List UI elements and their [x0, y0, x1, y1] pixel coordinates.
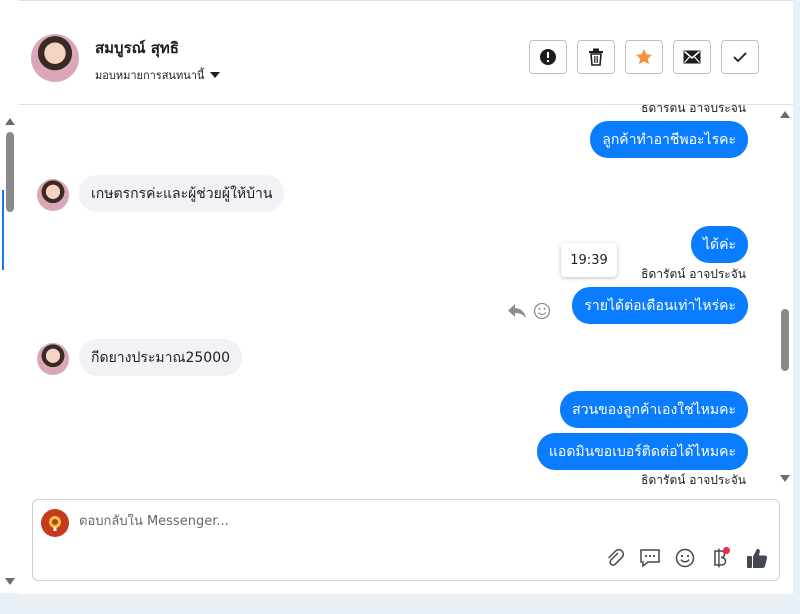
- message-incoming[interactable]: เกษตรกรค่ะและผู้ช่วยผู้ให้บ้าน: [79, 175, 285, 212]
- contact-avatar-small: [37, 343, 69, 375]
- message-text: กีดยางประมาณ25000: [91, 349, 231, 366]
- thread-scroll-up-arrow[interactable]: [780, 111, 790, 118]
- contact-name[interactable]: สมบูรณ์ สุทธิ: [95, 36, 179, 60]
- page-avatar[interactable]: [41, 509, 69, 537]
- caret-down-icon: [210, 72, 221, 78]
- scroll-up-arrow[interactable]: [5, 118, 15, 125]
- payment-button[interactable]: [708, 546, 732, 570]
- reply-icon[interactable]: [507, 303, 527, 319]
- message-actions: [507, 302, 551, 320]
- mark-spam-button[interactable]: [529, 40, 567, 74]
- mark-done-button[interactable]: [721, 40, 759, 74]
- message-text: สวนของลูกค้าเองใช่ไหมคะ: [572, 401, 736, 418]
- attach-button[interactable]: [603, 546, 627, 570]
- star-button[interactable]: [625, 40, 663, 74]
- react-icon[interactable]: [533, 302, 551, 320]
- reply-composer: [32, 499, 780, 581]
- thumbs-up-icon: [747, 548, 768, 568]
- message-text: ลูกค้าทำอาชีพอะไรคะ: [602, 131, 736, 148]
- sender-label: ธิดารัตน์ อาจประจัน: [641, 473, 746, 487]
- contact-avatar[interactable]: [31, 34, 79, 82]
- message-outgoing[interactable]: สวนของลูกค้าเองใช่ไหมคะ: [560, 391, 748, 428]
- sender-label: ธิดารัตน์ อาจประจัน: [641, 267, 746, 281]
- mail-icon: [683, 50, 701, 64]
- active-indicator: [2, 190, 4, 270]
- notification-dot: [723, 547, 730, 554]
- conversation-header: สมบูรณ์ สุทธิ มอบหมายการสนทนานี้: [19, 1, 793, 105]
- message-incoming[interactable]: กีดยางประมาณ25000: [79, 339, 243, 376]
- mark-unread-button[interactable]: [673, 40, 711, 74]
- scroll-down-arrow[interactable]: [5, 578, 15, 585]
- message-text: เกษตรกรค่ะและผู้ช่วยผู้ให้บ้าน: [91, 185, 273, 202]
- alert-icon: [540, 49, 556, 65]
- contact-avatar-small: [37, 179, 69, 211]
- saved-reply-icon: [640, 549, 660, 568]
- timestamp-tooltip: 19:39: [561, 243, 617, 277]
- like-button[interactable]: [745, 546, 769, 570]
- emoji-button[interactable]: [673, 546, 697, 570]
- check-icon: [733, 52, 747, 63]
- message-text: ได้ค่ะ: [702, 236, 736, 253]
- delete-button[interactable]: [577, 40, 615, 74]
- scroll-thumb[interactable]: [6, 132, 14, 212]
- thread-scroll-down-arrow[interactable]: [780, 475, 790, 482]
- attachment-icon: [608, 548, 625, 566]
- message-thread[interactable]: ธิดารัตน์ อาจประจัน ลูกค้าทำอาชีพอะไรคะ …: [19, 105, 793, 491]
- star-icon: [636, 49, 652, 65]
- left-scrollbar[interactable]: [0, 0, 20, 593]
- conversation-panel: สมบูรณ์ สุทธิ มอบหมายการสนทนานี้ ธิดารัต…: [19, 0, 793, 594]
- reply-input[interactable]: [79, 514, 579, 529]
- message-outgoing[interactable]: ได้ค่ะ: [690, 226, 748, 263]
- assign-conversation-dropdown[interactable]: มอบหมายการสนทนานี้: [95, 66, 221, 84]
- sender-label: ธิดารัตน์ อาจประจัน: [641, 105, 746, 115]
- message-text: แอดมินขอเบอร์ติดต่อได้ไหมคะ: [548, 443, 736, 460]
- emoji-icon: [675, 548, 695, 568]
- saved-reply-button[interactable]: [638, 546, 662, 570]
- message-text: รายได้ต่อเดือนเท่าไหร่คะ: [584, 297, 736, 314]
- assign-label: มอบหมายการสนทนานี้: [95, 69, 205, 82]
- message-outgoing[interactable]: รายได้ต่อเดือนเท่าไหร่คะ: [572, 287, 748, 324]
- trash-icon: [589, 48, 603, 66]
- message-outgoing[interactable]: ลูกค้าทำอาชีพอะไรคะ: [590, 121, 748, 158]
- message-outgoing[interactable]: แอดมินขอเบอร์ติดต่อได้ไหมคะ: [536, 433, 748, 470]
- thread-scroll-thumb[interactable]: [781, 309, 789, 371]
- page-logo-icon: [49, 516, 61, 531]
